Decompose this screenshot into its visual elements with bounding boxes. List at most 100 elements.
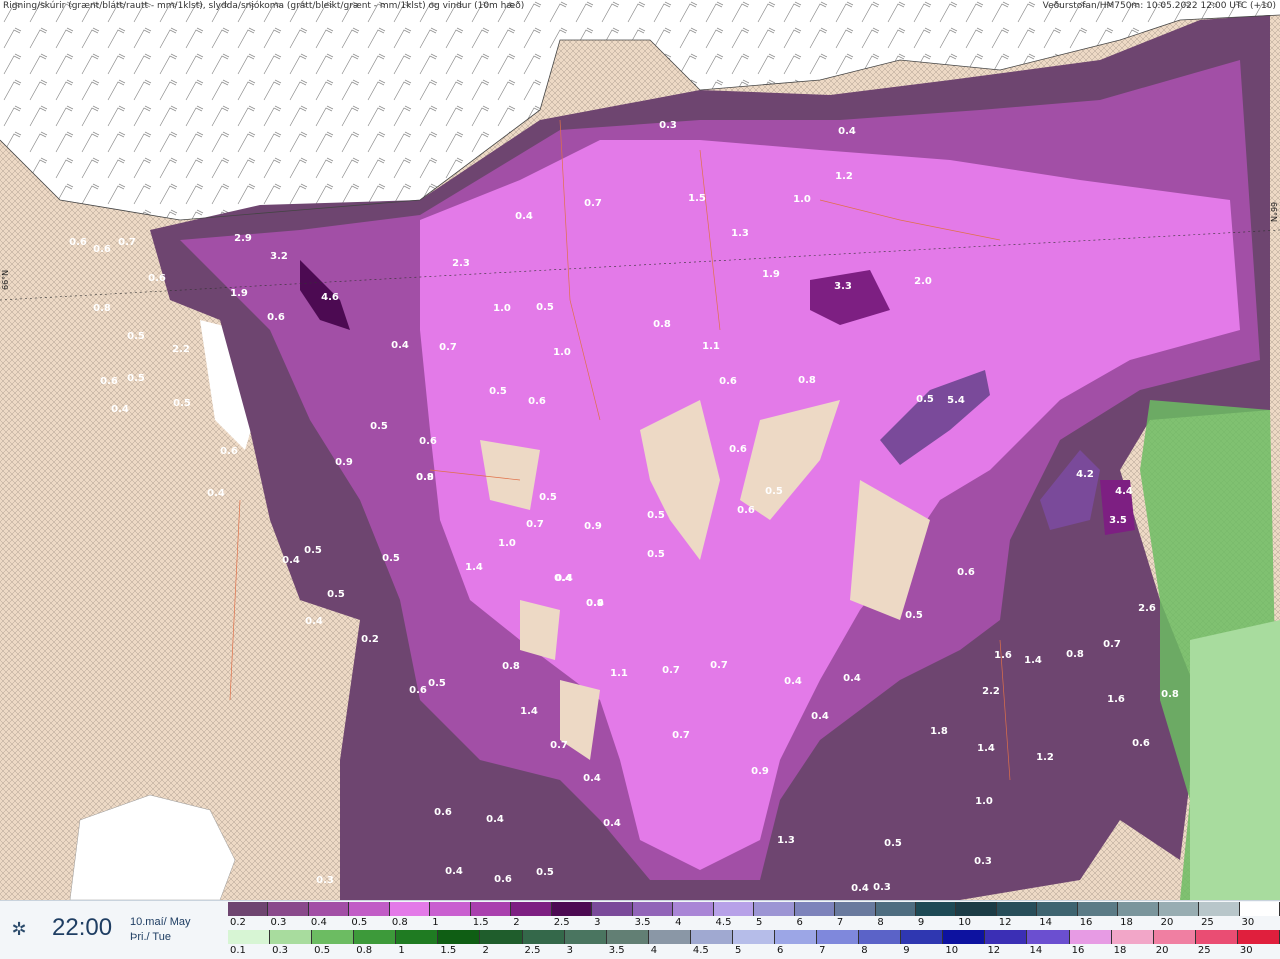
precip-value-label: 0.5 [173, 398, 191, 409]
scale-label: 3 [566, 945, 573, 956]
scale-swatch [228, 902, 269, 916]
precip-value-label: 0.8 [1066, 649, 1084, 660]
precip-value-label: 0.4 [445, 866, 463, 877]
precip-value-label: 0.7 [550, 740, 568, 751]
precip-value-label: 0.7 [584, 198, 602, 209]
precip-value-label: 0.6 [267, 312, 285, 323]
precip-value-label: 0.7 [710, 660, 728, 671]
scale-label: 4 [675, 917, 682, 928]
scale-swatch [606, 930, 649, 944]
scale-label: 20 [1155, 945, 1169, 956]
precip-value-label: 0.4 [583, 773, 601, 784]
scale-swatch [690, 930, 733, 944]
precip-value-label: 0.9 [586, 598, 604, 609]
precip-value-label: 0.4 [843, 673, 861, 684]
precip-value-label: 2.0 [914, 276, 932, 287]
forecast-day: Þri./ Tue [130, 931, 171, 943]
scale-label: 2 [482, 945, 489, 956]
snow-scale-labels: 0.1 0.3 0.5 0.8 1 1.5 2 2.5 3 3.5 4 4.5 5 6 7 8 9 10 12 14 1… [228, 945, 1280, 956]
scale-swatch [1158, 902, 1200, 916]
precip-value-label: 3.2 [270, 251, 288, 262]
scale-swatch [1237, 930, 1280, 944]
precip-value-label: 0.7 [118, 237, 136, 248]
precip-value-label: 1.0 [493, 303, 511, 314]
scale-swatch [430, 902, 471, 916]
time-panel: ✲ 22:00 10.maí/ May Þri./ Tue [0, 901, 226, 959]
scale-swatch [943, 930, 986, 944]
precip-value-label: 0.4 [555, 573, 573, 584]
scale-label: 2.5 [553, 917, 570, 928]
scale-swatch [389, 902, 431, 916]
scale-label: 12 [998, 917, 1012, 928]
precip-value-label: 0.6 [528, 396, 546, 407]
precip-value-label: 1.4 [465, 562, 483, 573]
precip-value-label: 0.3 [873, 882, 891, 893]
precip-value-label: 2.6 [1138, 603, 1156, 614]
scale-label: 20 [1160, 917, 1174, 928]
precip-value-label: 1.5 [688, 193, 706, 204]
precip-value-label: 1.9 [762, 269, 780, 280]
scale-swatch [1153, 930, 1196, 944]
scale-swatch [1239, 902, 1280, 916]
scale-label: 3.5 [608, 945, 625, 956]
precip-value-label: 3.5 [1109, 515, 1127, 526]
precip-value-label: 0.8 [416, 472, 434, 483]
precip-value-label: 1.1 [702, 341, 720, 352]
precip-value-label: 0.4 [851, 883, 869, 894]
scale-swatch [648, 930, 691, 944]
scale-label: 3 [594, 917, 601, 928]
precip-value-label: 0.6 [434, 807, 452, 818]
precip-value-label: 0.5 [884, 838, 902, 849]
scale-label: 7 [836, 917, 844, 928]
scale-label: 0.5 [314, 945, 331, 956]
scale-label: 0.4 [310, 917, 327, 928]
scale-swatch [1069, 930, 1112, 944]
precip-value-label: 0.6 [100, 376, 118, 387]
precip-value-label: 2.2 [982, 686, 1000, 697]
scale-label: 10 [945, 945, 959, 956]
scale-label: 1.5 [440, 945, 457, 956]
precip-value-label: 1.2 [1036, 752, 1054, 763]
scale-swatch [268, 902, 309, 916]
precip-value-label: 0.4 [282, 555, 300, 566]
precip-value-label: 1.4 [977, 743, 995, 754]
scale-swatch [713, 902, 755, 916]
precip-value-label: 2.9 [234, 233, 252, 244]
scale-label: 12 [987, 945, 1001, 956]
scale-swatch [396, 930, 439, 944]
precip-value-label: 0.5 [905, 610, 923, 621]
scale-label: 16 [1079, 917, 1093, 928]
precip-value-label: 0.4 [515, 211, 533, 222]
scale-label: 30 [1239, 945, 1253, 956]
scale-swatch [522, 930, 565, 944]
scale-label: 16 [1071, 945, 1085, 956]
scale-label: 0.3 [272, 945, 288, 956]
precip-value-label: 0.6 [419, 436, 437, 447]
scale-swatch [1199, 902, 1240, 916]
precip-value-label: 0.3 [974, 856, 992, 867]
scale-swatch [901, 930, 944, 944]
precip-value-label: 0.5 [536, 302, 554, 313]
scale-swatch [349, 902, 390, 916]
scale-label: 0.2 [230, 917, 246, 928]
scale-swatch [673, 902, 714, 916]
snow-lightgreen [1190, 620, 1280, 900]
scale-label: 10 [958, 917, 972, 928]
precip-value-label: 0.5 [539, 492, 557, 503]
scale-label: 25 [1201, 917, 1214, 928]
scale-swatch [875, 902, 916, 916]
precip-value-label: 0.5 [127, 331, 145, 342]
forecast-date: 10.maí/ May [130, 916, 191, 928]
dry-pocket-5 [520, 600, 560, 660]
scale-swatch [1195, 930, 1238, 944]
precip-value-label: 1.6 [994, 650, 1012, 661]
precip-value-label: 0.7 [662, 665, 680, 676]
precip-value-label: 0.2 [361, 634, 379, 645]
scale-label: 7 [819, 945, 826, 956]
precip-value-label: 1.0 [975, 796, 993, 807]
scale-swatch [754, 902, 795, 916]
scale-swatch [564, 930, 607, 944]
sun-icon: ✲ [11, 919, 27, 939]
model-run-info: Veðurstofan/HM750m: 10.05.2022 12:00 UTC… [1042, 1, 1276, 11]
precip-value-label: 1.8 [930, 726, 948, 737]
